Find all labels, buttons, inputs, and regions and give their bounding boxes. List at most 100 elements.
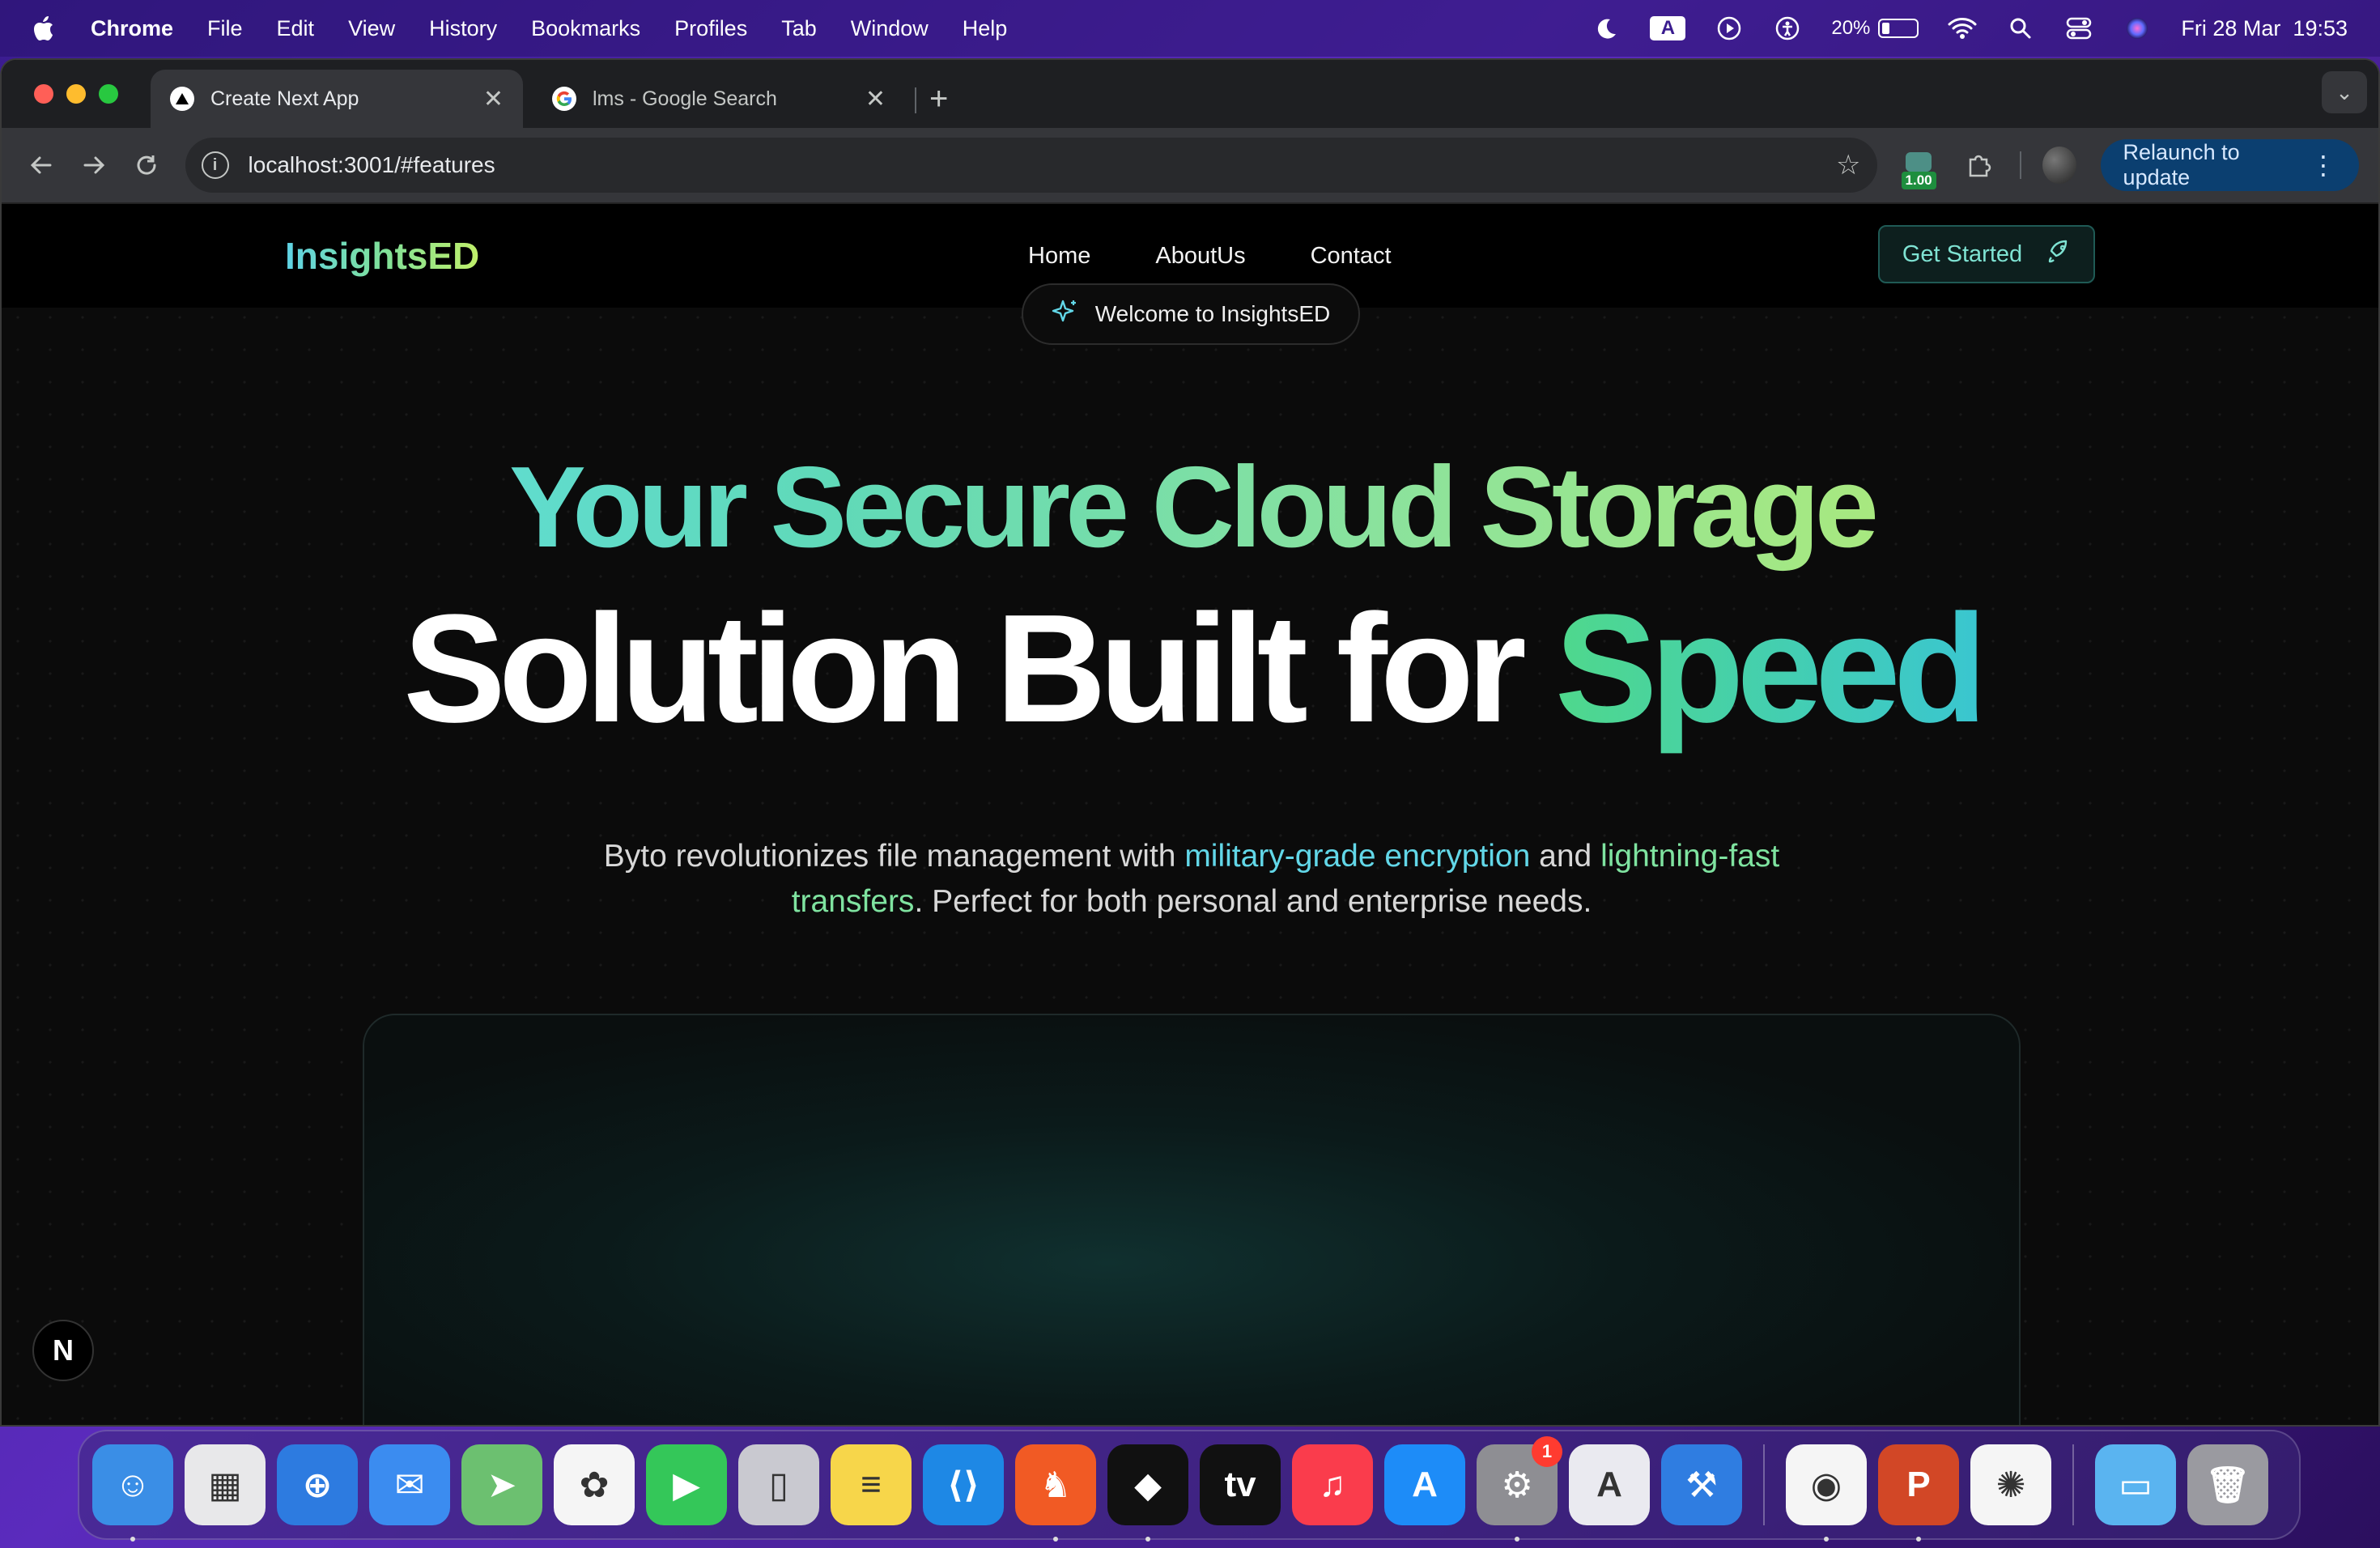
back-arrow-icon[interactable] xyxy=(21,142,62,188)
dock-facetime-icon[interactable]: ▶ xyxy=(646,1444,727,1525)
site-nav-links: Home AboutUs Contact xyxy=(1028,243,1392,270)
nextjs-dev-indicator-button[interactable]: N xyxy=(32,1320,94,1381)
dock-trash-icon[interactable]: 🗑 xyxy=(2187,1444,2268,1525)
menu-app-name[interactable]: Chrome xyxy=(91,16,173,41)
nav-link-contact[interactable]: Contact xyxy=(1311,243,1392,270)
menu-view[interactable]: View xyxy=(348,16,395,41)
dock-icon-glyph: ⚒ xyxy=(1685,1465,1718,1505)
wifi-icon[interactable] xyxy=(1948,14,1977,43)
dock-photos-icon[interactable]: ✿ xyxy=(554,1444,635,1525)
close-tab-icon[interactable]: ✕ xyxy=(865,85,886,113)
media-play-icon[interactable] xyxy=(1715,14,1744,43)
url-text[interactable]: localhost:3001/#features xyxy=(249,152,1837,178)
dock-powerpoint-icon[interactable]: P xyxy=(1878,1444,1959,1542)
get-started-button[interactable]: Get Started xyxy=(1878,225,2095,283)
rocket-icon xyxy=(2045,238,2071,270)
siri-icon[interactable] xyxy=(2123,14,2152,43)
dock-divider xyxy=(1763,1444,1765,1525)
address-bar[interactable]: i localhost:3001/#features ☆ xyxy=(185,138,1877,193)
dock-icon-glyph: tv xyxy=(1224,1465,1256,1504)
dock-app-store-icon[interactable]: A xyxy=(1384,1444,1465,1525)
menu-file[interactable]: File xyxy=(207,16,243,41)
dock-unity-icon[interactable]: ◆ xyxy=(1107,1444,1188,1542)
dock-icon-glyph: ▭ xyxy=(2119,1465,2153,1505)
dock-brave-icon[interactable]: ♞ xyxy=(1015,1444,1096,1542)
dock-music-icon[interactable]: ♫ xyxy=(1292,1444,1373,1525)
accessibility-icon[interactable] xyxy=(1773,14,1802,43)
site-logo[interactable]: InsightsED xyxy=(285,234,479,278)
sparkle-icon xyxy=(1052,298,1079,331)
google-favicon-icon xyxy=(552,87,576,111)
dock-launchpad-icon[interactable]: ▦ xyxy=(185,1444,266,1525)
menu-edit[interactable]: Edit xyxy=(277,16,315,41)
tab-divider xyxy=(915,87,916,113)
dock-icon-glyph: ➤ xyxy=(487,1465,517,1505)
menu-tab[interactable]: Tab xyxy=(781,16,817,41)
dock-safari-icon[interactable]: ⊕ xyxy=(277,1444,358,1525)
dock-icon-glyph: ▦ xyxy=(208,1465,242,1505)
tab-google-search[interactable]: lms - Google Search ✕ xyxy=(533,70,905,128)
get-started-label: Get Started xyxy=(1902,240,2023,267)
profile-avatar[interactable] xyxy=(2042,147,2076,184)
dock-instruments-icon[interactable]: A xyxy=(1569,1444,1650,1525)
hero-headline-accent: Speed xyxy=(1554,583,1987,755)
dock-chrome-icon[interactable]: ◉ xyxy=(1786,1444,1867,1542)
menu-history[interactable]: History xyxy=(429,16,497,41)
control-center-icon[interactable] xyxy=(2064,14,2093,43)
dock-icon-glyph: ▯ xyxy=(768,1465,789,1505)
minimize-window-button[interactable] xyxy=(66,84,86,104)
menu-bookmarks[interactable]: Bookmarks xyxy=(531,16,640,41)
dock-icon-glyph: ◆ xyxy=(1134,1465,1162,1505)
dock-maps-icon[interactable]: ➤ xyxy=(461,1444,542,1525)
dock-xcode-icon[interactable]: ⚒ xyxy=(1661,1444,1742,1525)
battery-percent: 20% xyxy=(1831,17,1871,39)
tab-search-chevron-icon[interactable]: ⌄ xyxy=(2322,71,2367,113)
dock-icon-glyph: ☺ xyxy=(114,1465,151,1504)
nav-link-aboutus[interactable]: AboutUs xyxy=(1155,243,1245,270)
relaunch-to-update-button[interactable]: Relaunch to update ⋮ xyxy=(2100,139,2360,191)
dock-icon-glyph: ⟨⟩ xyxy=(946,1465,980,1505)
new-tab-plus-icon[interactable]: + xyxy=(929,81,948,117)
spotlight-search-icon[interactable] xyxy=(2006,14,2035,43)
dock-icon-glyph: P xyxy=(1906,1465,1931,1504)
battery-status[interactable]: 20% xyxy=(1831,17,1919,40)
close-tab-icon[interactable]: ✕ xyxy=(483,85,504,113)
forward-arrow-icon[interactable] xyxy=(74,142,115,188)
relaunch-label: Relaunch to update xyxy=(2123,140,2240,189)
dock-system-settings-icon[interactable]: ⚙ 1 xyxy=(1477,1436,1562,1542)
extensions-puzzle-icon[interactable] xyxy=(1961,144,1999,186)
focus-moon-icon[interactable] xyxy=(1592,14,1621,43)
apple-menu-icon[interactable] xyxy=(32,15,57,42)
dock-iphone-mirroring-icon[interactable]: ▯ xyxy=(738,1444,819,1525)
menubar-clock[interactable]: Fri 28 Mar 19:53 xyxy=(2181,16,2348,41)
extension-counter-icon[interactable]: 1.00 xyxy=(1900,144,1938,189)
close-window-button[interactable] xyxy=(34,84,53,104)
menu-profiles[interactable]: Profiles xyxy=(674,16,747,41)
dock-downloads-folder-icon[interactable]: ▭ xyxy=(2095,1444,2176,1525)
reload-icon[interactable] xyxy=(126,142,168,188)
dock-vscode-icon[interactable]: ⟨⟩ xyxy=(923,1444,1004,1525)
dock-icon-glyph: A xyxy=(1412,1465,1438,1504)
bookmark-star-icon[interactable]: ☆ xyxy=(1836,149,1860,181)
dock-notes-icon[interactable]: ≡ xyxy=(831,1444,912,1525)
zoom-window-button[interactable] xyxy=(99,84,118,104)
dock-icon-glyph: ⚙ xyxy=(1501,1465,1533,1505)
running-indicator xyxy=(1824,1537,1829,1542)
window-controls xyxy=(34,84,118,104)
running-indicator xyxy=(1916,1537,1921,1542)
dock-finder-icon[interactable]: ☺ xyxy=(92,1444,173,1542)
tab-create-next-app[interactable]: Create Next App ✕ xyxy=(151,70,523,128)
nav-link-home[interactable]: Home xyxy=(1028,243,1090,270)
notification-badge: 1 xyxy=(1532,1436,1562,1467)
running-indicator xyxy=(1145,1537,1150,1542)
site-info-icon[interactable]: i xyxy=(201,151,229,179)
more-menu-icon[interactable]: ⋮ xyxy=(2310,150,2336,181)
dock-icon-glyph: 🗑 xyxy=(2205,1465,2250,1505)
dock-apple-tv-icon[interactable]: tv xyxy=(1200,1444,1281,1525)
dock-chatgpt-icon[interactable]: ✺ xyxy=(1970,1444,2051,1525)
menu-window[interactable]: Window xyxy=(851,16,929,41)
menu-help[interactable]: Help xyxy=(963,16,1008,41)
input-source-icon[interactable]: A xyxy=(1650,16,1686,40)
hero-headline-line1: Your Secure Cloud Storage xyxy=(2,439,2378,576)
dock-mail-icon[interactable]: ✉ xyxy=(369,1444,450,1525)
